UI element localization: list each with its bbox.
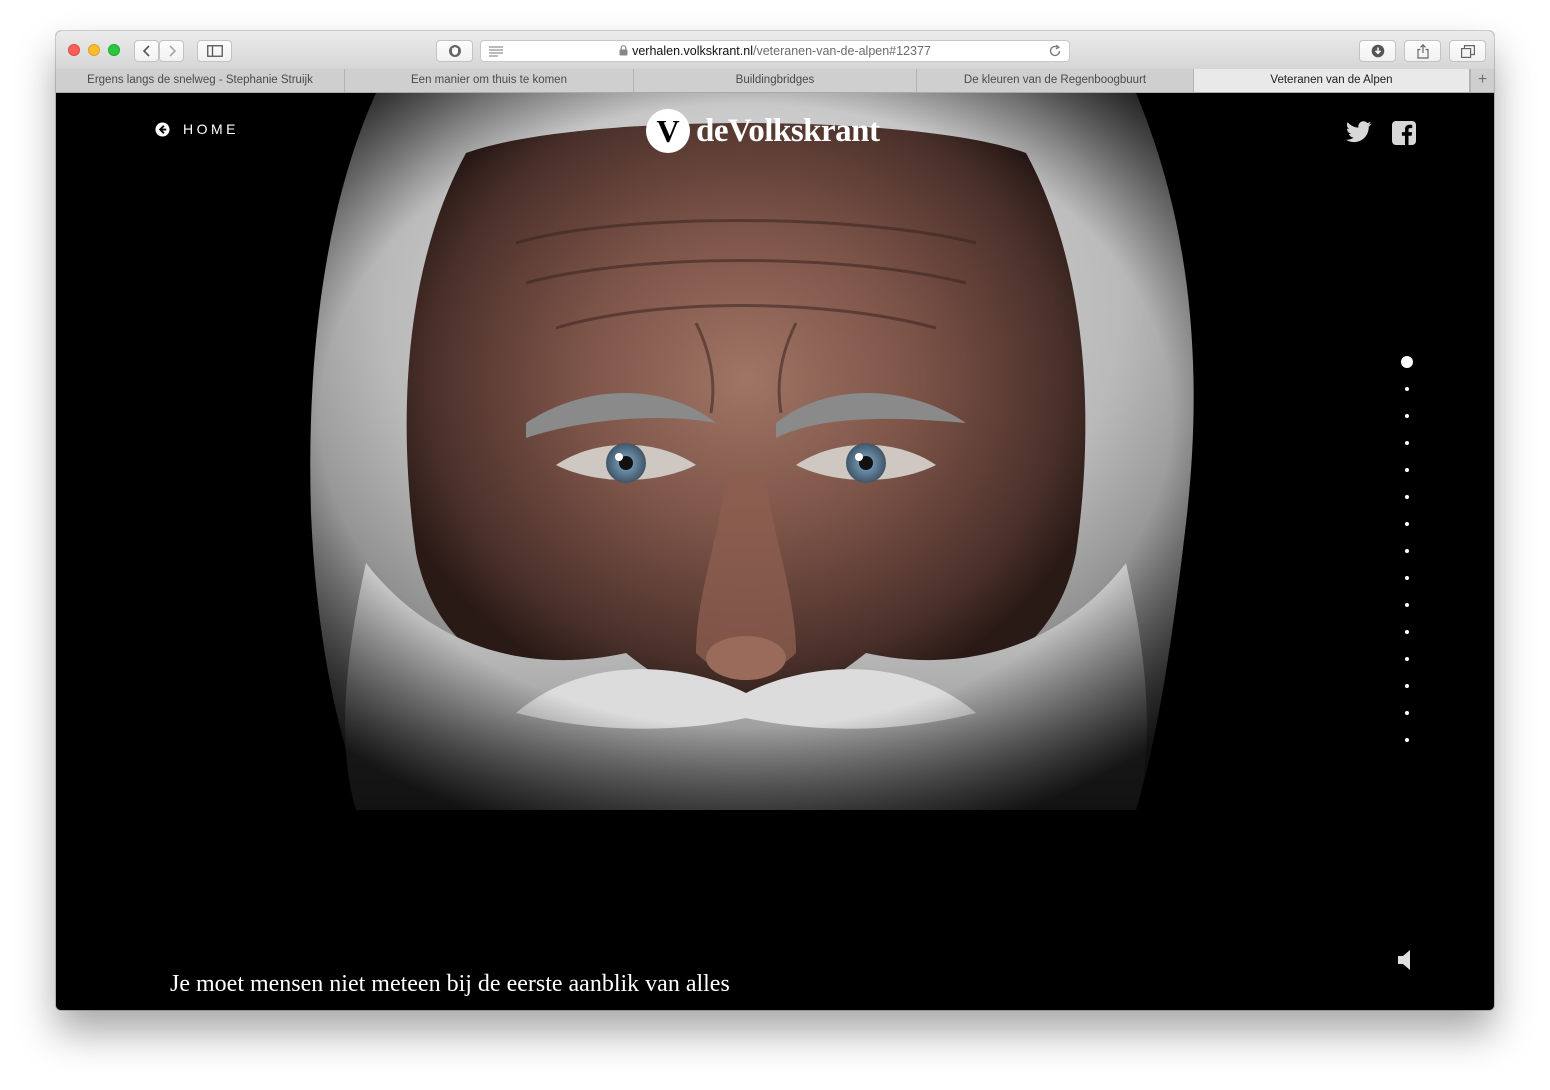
tab-een-manier-om-thuis-te-komen[interactable]: Een manier om thuis te komen — [345, 69, 634, 92]
page-content: HOME V deVolkskrant Je moet mensen niet … — [56, 93, 1494, 1010]
shield-extension-button[interactable] — [436, 40, 473, 62]
home-label: HOME — [183, 121, 239, 137]
chevron-right-icon — [168, 45, 176, 57]
logo-mark: V — [646, 109, 690, 153]
slide-dot[interactable] — [1405, 495, 1409, 499]
slide-dot[interactable] — [1401, 356, 1413, 368]
url-host: verhalen.volkskrant.nl — [632, 44, 753, 58]
url-text: verhalen.volkskrant.nl/veteranen-van-de-… — [481, 44, 1069, 58]
close-window-button[interactable] — [68, 44, 80, 56]
logo-text: deVolkskrant — [696, 112, 880, 149]
slide-dot[interactable] — [1405, 468, 1409, 472]
slide-dot[interactable] — [1405, 657, 1409, 661]
home-link[interactable]: HOME — [155, 121, 239, 137]
tab-ergens-langs-de-snelweg[interactable]: Ergens langs de snelweg - Stephanie Stru… — [56, 69, 345, 92]
story-caption: Je moet mensen niet meteen bij de eerste… — [170, 971, 730, 997]
minimize-window-button[interactable] — [88, 44, 100, 56]
tab-buildingbridges[interactable]: Buildingbridges — [634, 69, 917, 92]
zoom-window-button[interactable] — [108, 44, 120, 56]
reload-icon[interactable] — [1048, 44, 1062, 58]
slide-dot[interactable] — [1405, 576, 1409, 580]
logo-letter: V — [656, 113, 679, 149]
browser-window: verhalen.volkskrant.nl/veteranen-van-de-… — [56, 31, 1494, 1010]
portrait-photo — [256, 93, 1236, 810]
sidebar-button[interactable] — [197, 40, 232, 62]
facebook-icon[interactable] — [1392, 121, 1416, 145]
speaker-icon[interactable] — [1396, 949, 1414, 971]
address-bar[interactable]: verhalen.volkskrant.nl/veteranen-van-de-… — [480, 40, 1070, 62]
browser-toolbar: verhalen.volkskrant.nl/veteranen-van-de-… — [56, 31, 1494, 70]
arrow-left-circle-icon — [155, 121, 170, 137]
tab-veteranen-van-de-alpen[interactable]: Veteranen van de Alpen — [1194, 69, 1470, 92]
slide-dot[interactable] — [1405, 738, 1409, 742]
volkskrant-logo[interactable]: V deVolkskrant — [646, 109, 880, 153]
lock-icon — [619, 45, 628, 56]
tab-overview-button[interactable] — [1449, 40, 1486, 62]
tabs-icon — [1460, 44, 1475, 58]
tab-bar: Ergens langs de snelweg - Stephanie Stru… — [56, 69, 1494, 93]
url-path: /veteranen-van-de-alpen#12377 — [752, 44, 931, 58]
new-tab-button[interactable]: + — [1470, 69, 1494, 92]
tab-de-kleuren-van-de-regenboogbuurt[interactable]: De kleuren van de Regenboogbuurt — [917, 69, 1194, 92]
back-button[interactable] — [134, 40, 159, 62]
share-icon — [1416, 43, 1429, 59]
slide-dot[interactable] — [1405, 414, 1409, 418]
chevron-left-icon — [142, 45, 150, 57]
twitter-icon[interactable] — [1346, 121, 1372, 143]
slide-dot[interactable] — [1405, 711, 1409, 715]
slide-dot[interactable] — [1405, 441, 1409, 445]
sidebar-icon — [206, 45, 223, 57]
slide-dot[interactable] — [1405, 684, 1409, 688]
share-button[interactable] — [1404, 40, 1441, 62]
download-icon — [1371, 44, 1384, 58]
downloads-button[interactable] — [1359, 40, 1396, 62]
slide-dot[interactable] — [1405, 549, 1409, 553]
slide-dot[interactable] — [1405, 630, 1409, 634]
slide-dot[interactable] — [1405, 387, 1409, 391]
slide-dot[interactable] — [1405, 603, 1409, 607]
slide-dot[interactable] — [1405, 522, 1409, 526]
forward-button[interactable] — [159, 40, 184, 62]
shield-icon — [448, 45, 461, 57]
